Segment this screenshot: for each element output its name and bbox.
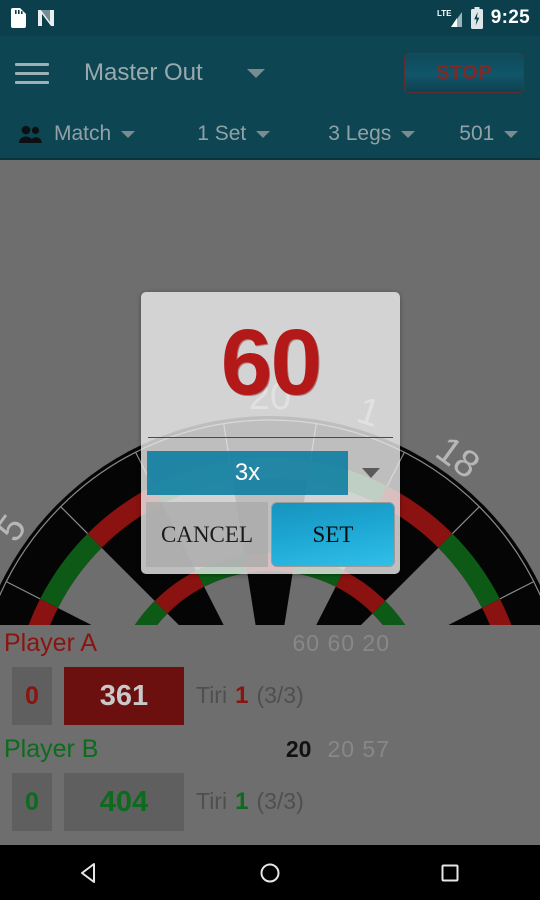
nav-home-button[interactable] [225,845,315,900]
chevron-down-icon[interactable] [362,468,380,478]
status-bar: LTE 9:25 [0,0,540,36]
score-entry-dialog: 60 3x CANCEL SET [141,292,400,574]
player-a-throws: 60 60 20 [276,630,540,657]
app-root: LTE 9:25 Master Out STOP Match 1 Set 3 L… [0,0,540,900]
player-b-legs: 0 [12,773,52,831]
back-triangle-icon [81,862,95,883]
match-settings-row: Match 1 Set 3 Legs 501 [0,110,540,160]
sd-card-icon [11,8,26,28]
chevron-down-icon[interactable] [256,130,271,138]
lte-label: LTE [437,9,452,18]
setting-match[interactable]: Match [18,122,136,146]
player-b-body: 0 404 Tiri 1 (3/3) [0,767,540,837]
recents-square-icon [441,864,459,881]
status-bar-right-icons: LTE 9:25 [437,7,530,29]
status-bar-clock: 9:25 [490,7,530,28]
chevron-down-icon[interactable] [401,130,416,138]
player-b-tiri: Tiri 1 (3/3) [196,788,304,816]
setting-legs[interactable]: 3 Legs [328,122,416,146]
setting-legs-label: 3 Legs [328,122,392,145]
player-a-legs: 0 [12,667,52,725]
player-row-a[interactable]: Player A 60 60 20 0 361 Tiri 1 (3/3) [0,625,540,731]
spinner-dropdown[interactable] [348,468,394,478]
player-b-header: Player B 20 20 57 [0,731,540,767]
toolbar-title[interactable]: Master Out [64,59,203,87]
player-b-history: 20 57 [327,735,390,762]
score-panel: Player A 60 60 20 0 361 Tiri 1 (3/3) Pla… [0,625,540,845]
set-button[interactable]: SET [271,502,395,567]
dialog-button-row: CANCEL SET [141,501,400,574]
setting-points[interactable]: 501 [459,122,519,146]
chevron-down-icon[interactable] [504,130,519,138]
player-a-tiri: Tiri 1 (3/3) [196,682,304,710]
player-a-tiri-label: Tiri [196,682,228,708]
nav-recents-button[interactable] [405,845,495,900]
player-a-tiri-number: 1 [235,682,249,709]
player-b-tiri-number: 1 [235,788,249,815]
player-row-b[interactable]: Player B 20 20 57 0 404 Tiri 1 (3/3) [0,731,540,837]
setting-sets[interactable]: 1 Set [197,122,271,146]
chevron-down-icon[interactable] [246,68,265,78]
battery-charging-icon [470,7,483,29]
player-b-last-score: 20 [285,735,312,762]
player-a-body: 0 361 Tiri 1 (3/3) [0,661,540,731]
stop-button[interactable]: STOP [404,53,524,93]
home-circle-icon [260,863,280,882]
player-a-score[interactable]: 361 [64,667,184,725]
player-b-tiri-label: Tiri [196,788,228,814]
player-a-history: 60 60 20 [292,629,390,656]
setting-points-label: 501 [459,122,495,145]
player-b-name[interactable]: Player B [0,735,98,764]
hamburger-menu-icon[interactable] [0,36,64,110]
multiplier-spinner[interactable]: 3x [147,451,348,495]
app-toolbar: Master Out STOP [0,36,540,110]
player-a-header: Player A 60 60 20 [0,625,540,661]
nfc-n-icon [38,10,54,26]
dialog-divider [148,437,393,438]
setting-match-label: Match [54,122,112,145]
status-bar-left-icons [10,8,56,28]
nav-back-button[interactable] [45,845,135,900]
chevron-down-icon[interactable] [121,130,136,138]
cancel-button[interactable]: CANCEL [146,502,268,567]
setting-sets-label: 1 Set [197,122,247,145]
lte-signal-icon: LTE [437,9,462,27]
dialog-score-value: 60 [220,309,322,414]
player-b-throws: 20 20 57 [286,736,540,763]
people-icon [19,125,42,143]
player-b-score[interactable]: 404 [64,773,184,831]
player-a-tiri-darts: (3/3) [256,682,304,708]
player-b-tiri-darts: (3/3) [256,788,304,814]
multiplier-spinner-row[interactable]: 3x [141,451,400,495]
player-a-name[interactable]: Player A [0,629,97,658]
android-nav-bar [0,845,540,900]
